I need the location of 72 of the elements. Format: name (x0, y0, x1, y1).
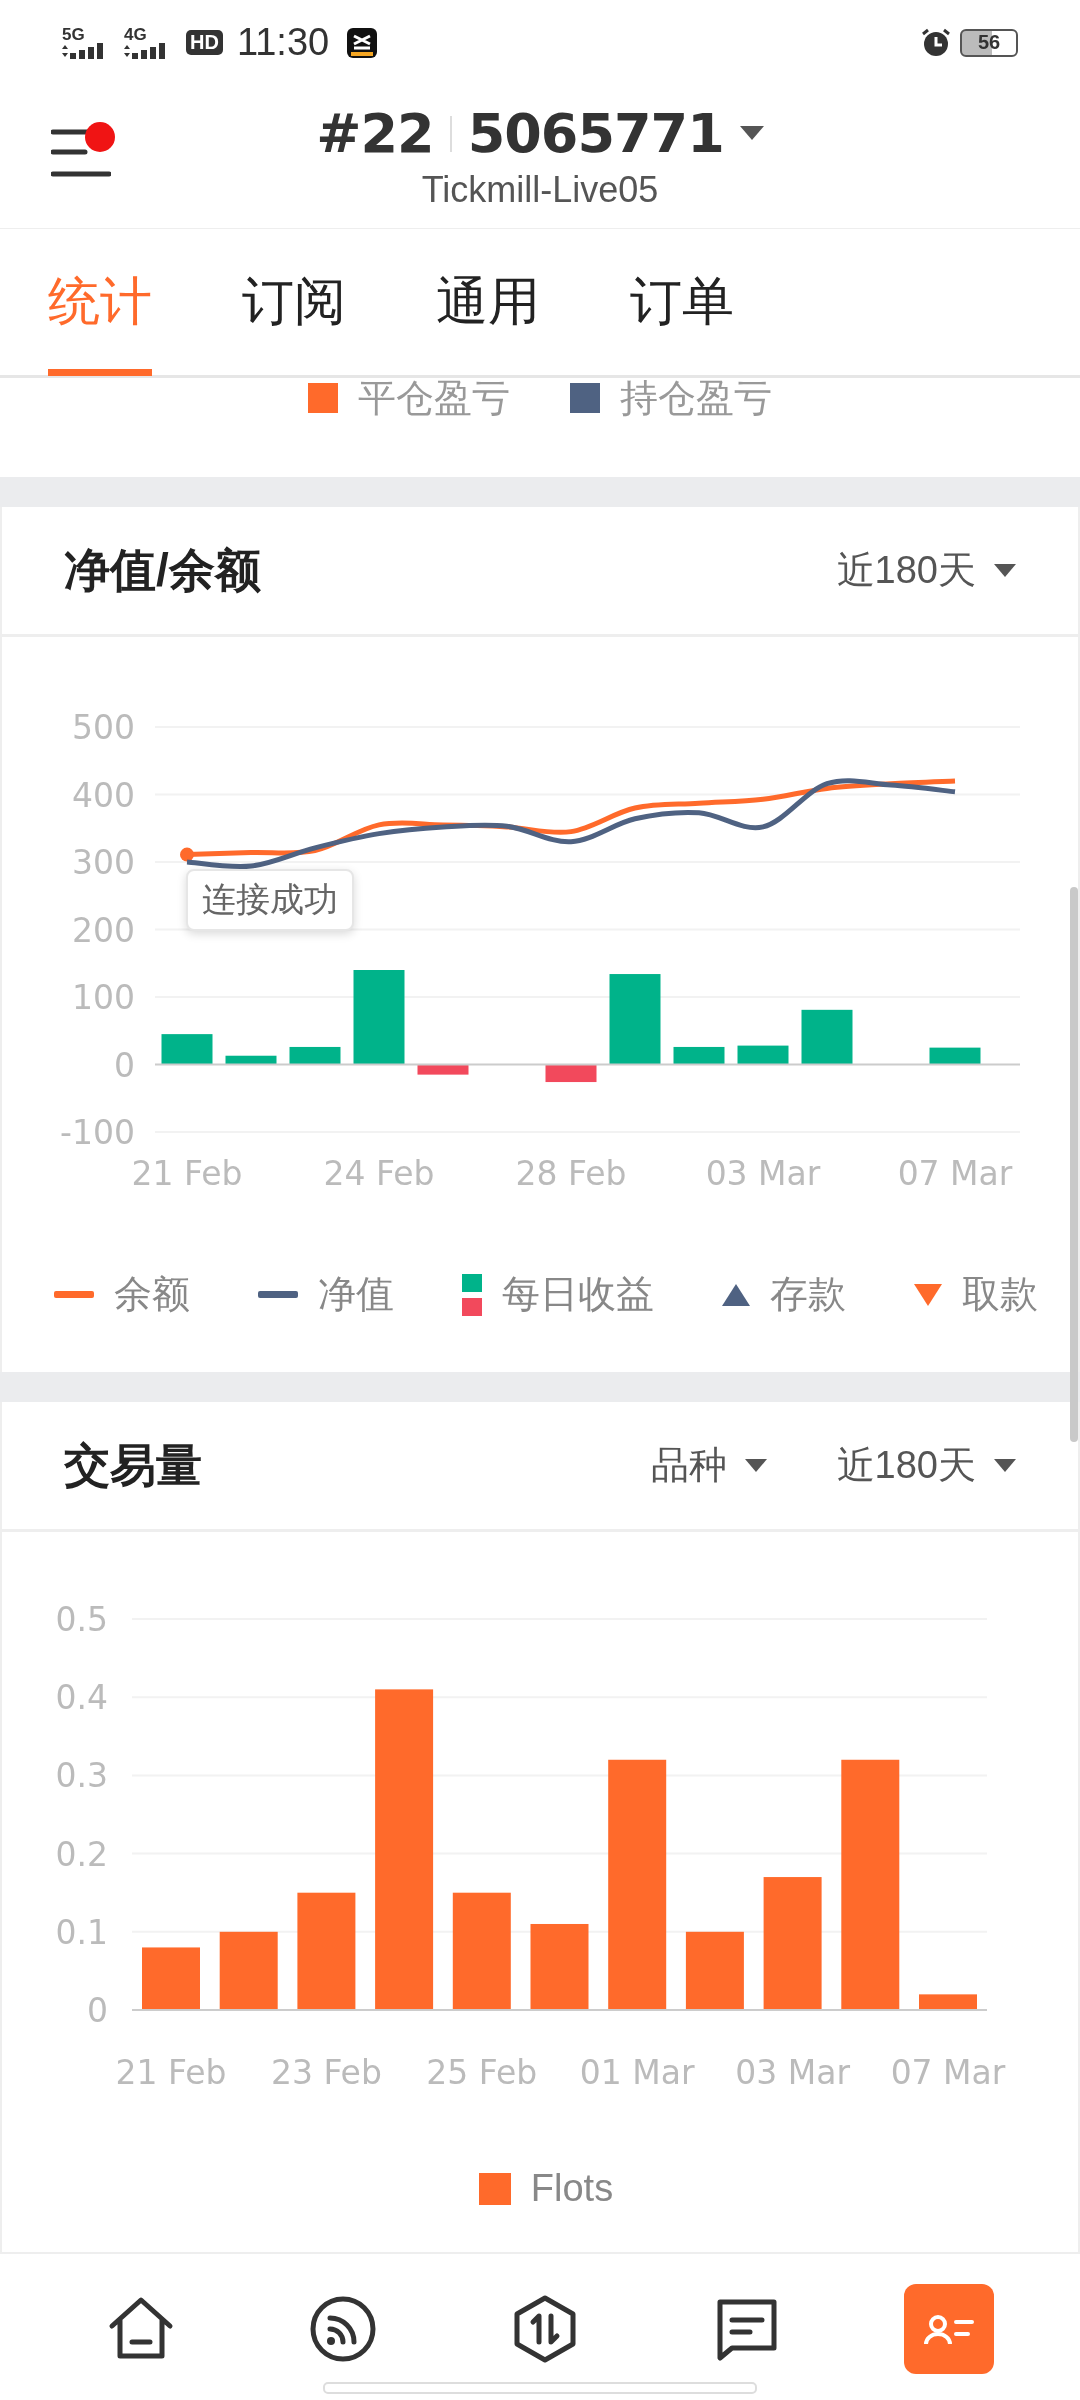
server-name: Tickmill-Live05 (421, 169, 659, 211)
axis-label: 21 Feb (115, 2053, 227, 2092)
hd-badge: HD (186, 30, 223, 55)
chart-bar (919, 1994, 977, 2010)
tab[interactable]: 通用 (436, 229, 540, 376)
axis-label: 28 Feb (515, 1154, 627, 1193)
chart-bar (673, 1046, 725, 1065)
axis-label: 23 Feb (270, 2053, 382, 2092)
axis-label: 300 (72, 843, 135, 882)
triangle-down-icon (914, 1283, 942, 1306)
axis-label: 0.3 (55, 1756, 108, 1796)
legend-label: 余额 (114, 1272, 190, 1317)
toast-message: 连接成功 (186, 869, 354, 931)
axis-label: 0.5 (55, 1600, 108, 1639)
card-title: 净值/余额 (64, 542, 262, 598)
axis-label: 0.4 (55, 1678, 108, 1718)
tab[interactable]: 订阅 (242, 229, 346, 376)
filter-dropdown[interactable]: 近180天 (836, 1440, 1016, 1491)
network-label: 5G (62, 26, 85, 43)
axis-label: 0 (87, 1991, 108, 2030)
axis-label: 500 (72, 708, 135, 747)
legend-label: Flots (530, 2167, 614, 2210)
chart-bar (801, 1009, 853, 1065)
signal-icon (124, 42, 168, 59)
axis-label: 25 Feb (426, 2053, 538, 2092)
axis-label: 03 Mar (735, 2053, 850, 2092)
legend-swatch-icon (478, 2172, 511, 2205)
data-point (180, 847, 194, 862)
axis-label: 200 (72, 910, 135, 950)
legend-swatch-icon (462, 1273, 482, 1316)
axis-label: 24 Feb (323, 1154, 435, 1193)
filter-dropdown[interactable]: 近180天 (836, 545, 1016, 596)
filter-dropdown[interactable]: 品种 (650, 1440, 767, 1491)
axis-label: 400 (72, 775, 135, 815)
legend-label: 取款 (962, 1272, 1038, 1317)
signal-icon (62, 42, 106, 59)
network-label: 4G (124, 26, 147, 43)
chart-bar (225, 1055, 277, 1065)
caret-icon (739, 125, 764, 142)
legend-label: 每日收益 (502, 1272, 654, 1317)
axis-label: 0.1 (55, 1912, 108, 1952)
chart-bar (737, 1045, 789, 1065)
clock-time: 11:30 (236, 21, 330, 64)
legend-label: 持仓盈亏 (620, 375, 772, 421)
axis-label: 0 (114, 1045, 135, 1085)
caret-icon (744, 1458, 767, 1473)
axis-label: 0.2 (55, 1834, 108, 1874)
legend-label: 平仓盈亏 (358, 375, 510, 421)
axis-label: 21 Feb (131, 1154, 243, 1193)
axis-label: 03 Mar (705, 1154, 821, 1193)
axis-label: 01 Mar (579, 2053, 695, 2092)
chart-bar (161, 1034, 213, 1065)
battery-level: 56 (960, 28, 1018, 57)
legend-label: 存款 (770, 1272, 846, 1317)
triangle-up-icon (722, 1283, 750, 1306)
caret-icon (994, 1458, 1016, 1473)
card-title: 交易量 (64, 1437, 203, 1493)
app-icon (347, 27, 378, 58)
caret-icon (994, 563, 1016, 578)
tab[interactable]: 订单 (630, 229, 734, 376)
axis-label: 07 Mar (897, 1154, 1013, 1193)
alarm-icon (920, 26, 952, 59)
chart-bar (289, 1046, 341, 1065)
account-selector[interactable]: #22 5065771 (316, 102, 764, 165)
legend-label: 净值 (318, 1272, 394, 1317)
signal-circle-icon (308, 2294, 378, 2364)
chart-bar (417, 1064, 469, 1075)
axis-label: 07 Mar (890, 2053, 1006, 2092)
axis-label: 100 (72, 978, 135, 1017)
axis-label: -100 (60, 1113, 135, 1152)
chart-bar (142, 1947, 200, 2010)
chart-bar (929, 1047, 981, 1065)
